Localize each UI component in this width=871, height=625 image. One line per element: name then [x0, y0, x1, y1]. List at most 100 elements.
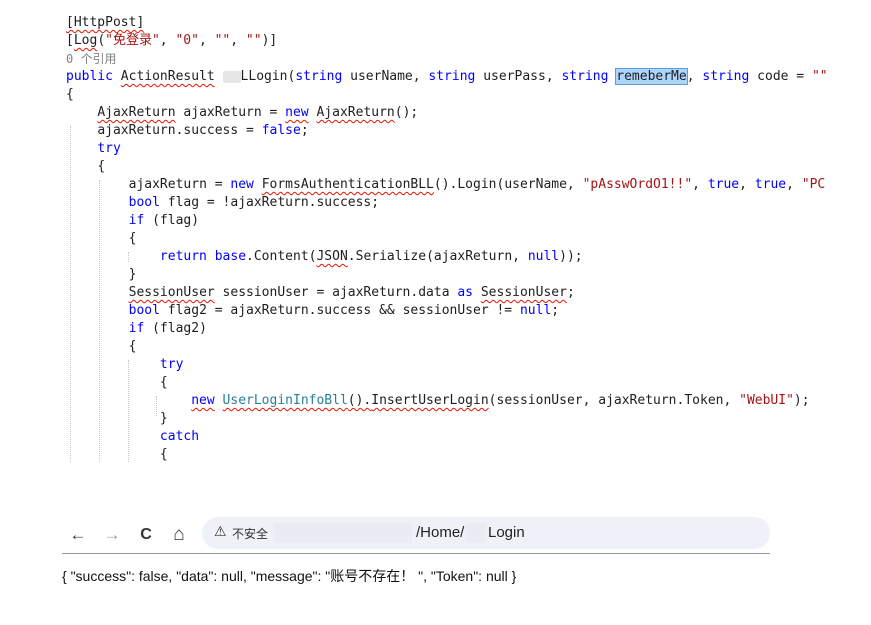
- code-token: }: [128, 267, 137, 282]
- browser-toolbar: ← → C ⌂ ⚠ 不安全 /Home/ Login: [62, 517, 770, 553]
- code-token: }: [159, 411, 168, 426]
- code-line: SessionUser sessionUser = ajaxReturn.dat…: [66, 284, 575, 302]
- code-token: base: [214, 249, 247, 264]
- code-token: {: [159, 447, 168, 462]
- code-line: }: [66, 410, 168, 428]
- code-line: [HttpPost]: [66, 14, 144, 32]
- reload-icon[interactable]: C: [136, 525, 156, 545]
- code-token: new: [285, 105, 309, 120]
- code-token: {: [66, 87, 74, 102]
- code-token: UserLoginInfoBll: [222, 393, 348, 408]
- divider: [62, 553, 770, 554]
- home-icon[interactable]: ⌂: [169, 524, 189, 545]
- code-token: ,: [198, 33, 215, 48]
- code-line: if (flag): [66, 212, 199, 230]
- address-bar[interactable]: ⚠ 不安全 /Home/ Login: [202, 517, 770, 549]
- back-icon[interactable]: ←: [68, 525, 88, 545]
- code-token: ajaxReturn =: [175, 105, 286, 120]
- code-token: ajaxReturn.success =: [97, 123, 262, 138]
- code-token: {: [159, 375, 168, 390]
- code-token: {: [128, 339, 137, 354]
- code-token: as: [457, 285, 474, 300]
- code-token: (flag): [144, 213, 200, 228]
- code-token: FormsAuthenticationBLL: [261, 177, 434, 192]
- code-editor: [HttpPost] [Log("免登录", "0", "", "")] 0 个…: [66, 14, 826, 462]
- code-line: bool flag = !ajaxReturn.success;: [66, 194, 379, 212]
- code-token: ,: [692, 177, 708, 192]
- code-token: ().Login(userName,: [433, 177, 583, 192]
- code-token: new: [230, 177, 254, 192]
- code-token: ajaxReturn =: [128, 177, 231, 192]
- code-token: [: [66, 33, 74, 48]
- code-line: try: [66, 140, 120, 158]
- code-line: {: [66, 230, 137, 248]
- code-token: ().: [347, 393, 372, 408]
- code-line: {: [66, 446, 168, 462]
- code-token: true: [707, 177, 740, 192]
- code-line: AjaxReturn ajaxReturn = new AjaxReturn()…: [66, 104, 418, 122]
- code-token: if: [128, 321, 145, 336]
- redacted-host: [274, 523, 412, 543]
- code-token: Log: [73, 33, 98, 48]
- code-token: "免登录": [105, 33, 160, 48]
- code-token: "PC": [801, 177, 826, 192]
- code-token: string: [561, 69, 609, 84]
- code-token: catch: [159, 429, 200, 444]
- code-token: "WebUI": [739, 393, 794, 408]
- code-token: ,: [786, 177, 802, 192]
- code-token: sessionUser = ajaxReturn.data: [214, 285, 458, 300]
- code-token: "pAsswOrdO1!!": [582, 177, 693, 192]
- code-token: flag2 = ajaxReturn.success && sessionUse…: [159, 303, 520, 318]
- forward-icon[interactable]: →: [102, 525, 122, 545]
- code-token: return: [159, 249, 207, 264]
- code-line: bool flag2 = ajaxReturn.success && sessi…: [66, 302, 559, 320]
- code-token: AjaxReturn: [97, 105, 176, 120]
- code-line: try: [66, 356, 183, 374]
- code-token: null: [519, 303, 552, 318]
- url-path: Login: [488, 524, 525, 541]
- code-token: string: [702, 69, 750, 84]
- code-token: "": [245, 33, 262, 48]
- reference-count[interactable]: 0 个引用: [66, 50, 116, 68]
- redacted-block: [222, 70, 241, 83]
- code-token: bool: [128, 303, 160, 318]
- code-token: "": [214, 33, 231, 48]
- code-token: ,: [686, 69, 703, 84]
- code-token: ,: [230, 33, 246, 48]
- code-token: "0": [175, 33, 199, 48]
- code-token: SessionUser: [128, 285, 215, 300]
- security-label[interactable]: 不安全: [232, 525, 268, 542]
- code-token: ;: [551, 303, 560, 318]
- code-token: );: [793, 393, 810, 408]
- code-line: return base.Content(JSON.Serialize(ajaxR…: [66, 248, 583, 266]
- url-path: /Home/: [416, 524, 465, 541]
- code-token: public: [66, 69, 113, 84]
- code-line: if (flag2): [66, 320, 207, 338]
- warning-icon[interactable]: ⚠: [214, 523, 227, 540]
- code-token: ;: [566, 285, 575, 300]
- code-token: try: [159, 357, 184, 372]
- code-line: ajaxReturn = new FormsAuthenticationBLL(…: [66, 176, 826, 194]
- code-token: ActionResult: [120, 69, 215, 84]
- code-token: .Content(: [246, 249, 317, 264]
- code-token: JSON: [316, 249, 348, 264]
- code-line: }: [66, 266, 137, 284]
- code-token: userName,: [342, 69, 429, 84]
- code-token: ,: [739, 177, 755, 192]
- selected-token[interactable]: remeberMe: [615, 68, 688, 85]
- code-line: {: [66, 158, 105, 176]
- code-token: ));: [559, 249, 583, 264]
- code-token: LLogin(: [240, 69, 296, 84]
- code-token: null: [527, 249, 560, 264]
- code-token: {: [128, 231, 137, 246]
- code-token: flag = !ajaxReturn.success;: [159, 195, 380, 210]
- code-token: )]: [261, 33, 278, 48]
- code-token: bool: [128, 195, 160, 210]
- code-token: string: [295, 69, 343, 84]
- code-line: catch: [66, 428, 199, 446]
- code-token: SessionUser: [480, 285, 567, 300]
- code-line: {: [66, 374, 168, 392]
- response-body: { "success": false, "data": null, "messa…: [62, 568, 517, 584]
- code-token: AjaxReturn: [316, 105, 395, 120]
- code-token: if: [128, 213, 145, 228]
